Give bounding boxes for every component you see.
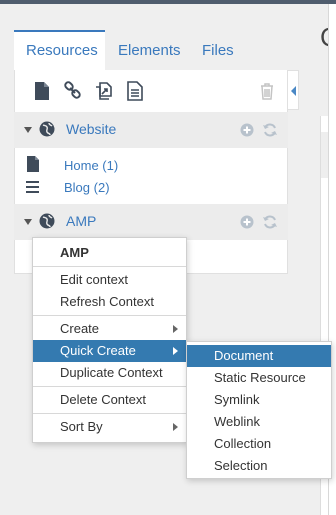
document-icon [26,156,40,172]
submenu-item-selection[interactable]: Selection [187,455,331,477]
globe-icon [39,121,55,137]
menu-item-label: Quick Create [60,343,136,358]
menu-item-edit-context[interactable]: Edit context [33,269,186,291]
refresh-icon[interactable] [262,123,277,137]
menu-item-create[interactable]: Create [33,318,186,340]
tree-tabs: Resources Elements Files [14,30,304,70]
menu-divider [33,386,186,387]
refresh-icon[interactable] [262,215,277,229]
context-menu-header: AMP [60,245,89,260]
collapse-arrow-icon [291,86,296,96]
context-menu: AMP Edit context Refresh Context Create … [32,237,187,443]
expand-caret-icon[interactable] [24,127,32,133]
submenu-item-weblink[interactable]: Weblink [187,411,331,433]
tab-resources[interactable]: Resources [14,30,105,70]
add-icon[interactable] [240,215,254,229]
add-icon[interactable] [240,123,254,137]
submenu-arrow-icon [173,325,178,333]
submenu-arrow-icon [173,347,178,355]
expand-caret-icon[interactable] [24,219,32,225]
new-document-icon[interactable] [33,81,51,101]
tree-item-label[interactable]: Home (1) [64,158,118,173]
menu-item-quick-create[interactable]: Quick Create [33,340,186,362]
list-icon [26,178,40,194]
menu-item-refresh-context[interactable]: Refresh Context [33,291,186,313]
context-label[interactable]: AMP [66,213,96,229]
purge-trash-icon[interactable] [258,81,276,101]
menu-divider [33,413,186,414]
menu-item-label: Create [60,321,100,336]
context-row-website[interactable]: Website [14,112,288,148]
tab-elements[interactable]: Elements [106,30,193,70]
menu-item-delete-context[interactable]: Delete Context [33,389,186,411]
context-label[interactable]: Website [66,121,116,137]
menu-item-label: Sort By [60,419,103,434]
menu-item-duplicate-context[interactable]: Duplicate Context [33,362,186,384]
top-bar [0,0,336,4]
new-weblink-icon[interactable] [63,81,81,101]
menu-divider [33,266,186,267]
context-row-amp[interactable]: AMP [14,204,288,240]
new-static-resource-icon[interactable] [126,81,144,101]
submenu-item-static-resource[interactable]: Static Resource [187,367,331,389]
submenu-arrow-icon [173,423,178,431]
submenu-item-symlink[interactable]: Symlink [187,389,331,411]
globe-icon [39,213,55,229]
new-symlink-icon[interactable] [94,81,112,101]
submenu-item-document[interactable]: Document [187,345,331,367]
tree-item-label[interactable]: Blog (2) [64,180,110,195]
menu-item-sort-by[interactable]: Sort By [33,416,186,438]
submenu-item-collection[interactable]: Collection [187,433,331,455]
menu-divider [33,315,186,316]
tab-files[interactable]: Files [190,30,246,70]
quick-create-submenu: Document Static Resource Symlink Weblink… [186,341,332,479]
